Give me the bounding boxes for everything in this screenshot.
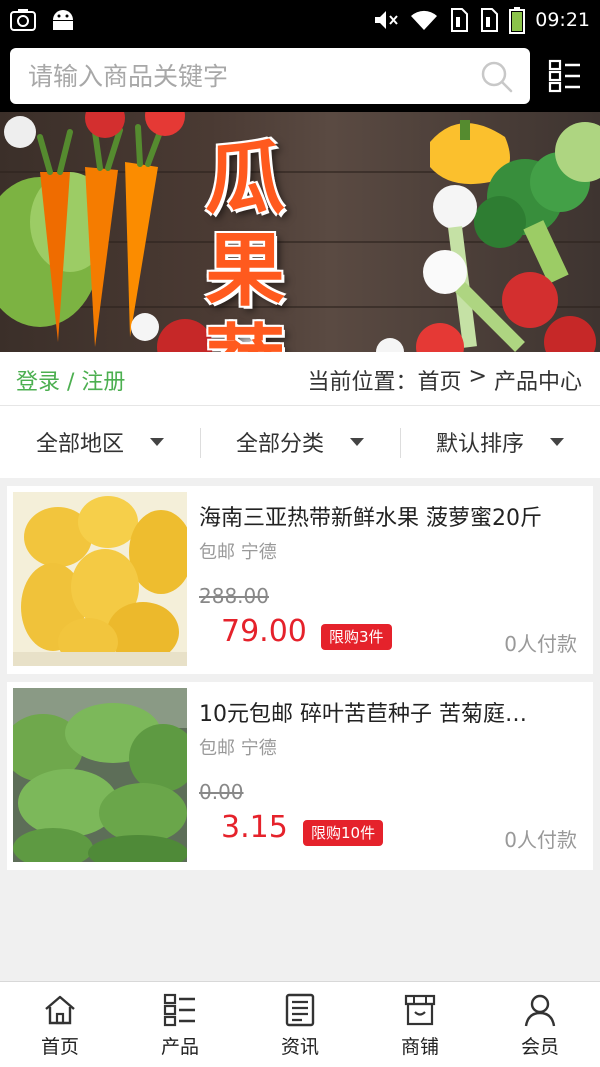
tab-products[interactable]: 产品 xyxy=(120,982,240,1067)
tab-stores-label: 商铺 xyxy=(400,1036,439,1058)
banner[interactable]: 瓜果 蔬菜 xyxy=(0,112,600,352)
auth-links: 登录 / 注册 xyxy=(16,364,125,396)
location-label: 当前位置： xyxy=(307,370,418,395)
sim1-icon xyxy=(451,8,469,32)
filter-region-dropdown[interactable]: 全部地区 xyxy=(0,406,200,478)
banner-title-line-1: 瓜果 xyxy=(205,131,309,317)
shipping-label: 包邮 xyxy=(199,738,235,759)
original-price: 0.00 xyxy=(199,780,244,804)
product-meta: 包邮 宁德 xyxy=(199,538,277,564)
register-link[interactable]: 注册 xyxy=(81,370,125,395)
product-card[interactable]: 10元包邮 碎叶苦苣种子 苦菊庭… 包邮 宁德 0.00 3.15 限购10件 … xyxy=(7,682,593,870)
store-icon xyxy=(404,994,436,1026)
mute-icon xyxy=(375,11,398,29)
product-title[interactable]: 海南三亚热带新鲜水果 菠萝蜜20斤 xyxy=(199,500,587,532)
search-header xyxy=(0,42,600,112)
caret-down-icon xyxy=(550,438,564,446)
tab-products-label: 产品 xyxy=(160,1036,199,1058)
home-icon xyxy=(45,995,75,1025)
product-title[interactable]: 10元包邮 碎叶苦苣种子 苦菊庭… xyxy=(199,696,587,728)
bottom-tab-bar: 首页 产品 资讯 商铺 会员 xyxy=(0,981,600,1067)
login-link[interactable]: 登录 xyxy=(16,370,60,395)
tab-stores[interactable]: 商铺 xyxy=(360,982,480,1067)
payment-count: 0人付款 xyxy=(504,632,577,656)
filter-bar: 全部地区 全部分类 默认排序 xyxy=(0,406,600,478)
caret-down-icon xyxy=(150,438,164,446)
breadcrumb-current: 产品中心 xyxy=(493,370,582,395)
screenshot-icon xyxy=(10,9,36,31)
filter-sort-dropdown[interactable]: 默认排序 xyxy=(400,406,600,478)
member-icon xyxy=(524,994,556,1027)
tab-home-label: 首页 xyxy=(40,1036,79,1058)
tab-member-label: 会员 xyxy=(520,1036,559,1058)
category-menu-icon[interactable] xyxy=(548,59,582,93)
android-icon xyxy=(53,10,73,30)
product-image-endive[interactable] xyxy=(13,688,187,862)
breadcrumb-home-link[interactable]: 首页 xyxy=(418,364,462,396)
tab-news-label: 资讯 xyxy=(280,1036,319,1058)
breadcrumb-arrow: > xyxy=(461,364,494,389)
product-meta: 包邮 宁德 xyxy=(199,734,277,760)
tab-home[interactable]: 首页 xyxy=(0,982,120,1067)
search-input[interactable] xyxy=(28,48,468,104)
status-bar: 09:21 xyxy=(0,0,600,42)
breadcrumb-bar: 登录 / 注册 当前位置： 首页 > 产品中心 xyxy=(0,352,600,406)
news-icon xyxy=(285,993,315,1027)
search-box[interactable] xyxy=(10,48,530,104)
banner-title: 瓜果 蔬菜 xyxy=(205,132,410,352)
product-city: 宁德 xyxy=(240,542,277,563)
product-grid-icon xyxy=(163,993,195,1027)
auth-separator: / xyxy=(60,370,82,395)
breadcrumb: 当前位置： 首页 > 产品中心 xyxy=(308,364,582,396)
tab-member[interactable]: 会员 xyxy=(480,982,600,1067)
filter-region-label: 全部地区 xyxy=(35,432,124,457)
sale-price: 3.15 xyxy=(221,810,288,845)
filter-category-label: 全部分类 xyxy=(235,432,324,457)
sim2-icon xyxy=(481,8,499,32)
product-image-jackfruit[interactable] xyxy=(13,492,187,666)
purchase-limit-badge: 限购10件 xyxy=(303,820,384,846)
filter-sort-label: 默认排序 xyxy=(435,432,524,457)
shipping-label: 包邮 xyxy=(199,542,235,563)
product-city: 宁德 xyxy=(240,738,277,759)
original-price: 288.00 xyxy=(199,584,269,608)
payment-count: 0人付款 xyxy=(504,828,577,852)
clock: 09:21 xyxy=(535,9,590,31)
wifi-icon xyxy=(411,10,438,30)
filter-category-dropdown[interactable]: 全部分类 xyxy=(200,406,400,478)
purchase-limit-badge: 限购3件 xyxy=(321,624,392,650)
search-icon[interactable] xyxy=(480,60,514,94)
caret-down-icon xyxy=(350,438,364,446)
product-card[interactable]: 海南三亚热带新鲜水果 菠萝蜜20斤 包邮 宁德 288.00 79.00 限购3… xyxy=(7,486,593,674)
banner-title-line-2: 蔬菜 xyxy=(205,316,410,352)
sale-price: 79.00 xyxy=(221,614,307,649)
battery-icon xyxy=(509,7,526,34)
tab-news[interactable]: 资讯 xyxy=(240,982,360,1067)
